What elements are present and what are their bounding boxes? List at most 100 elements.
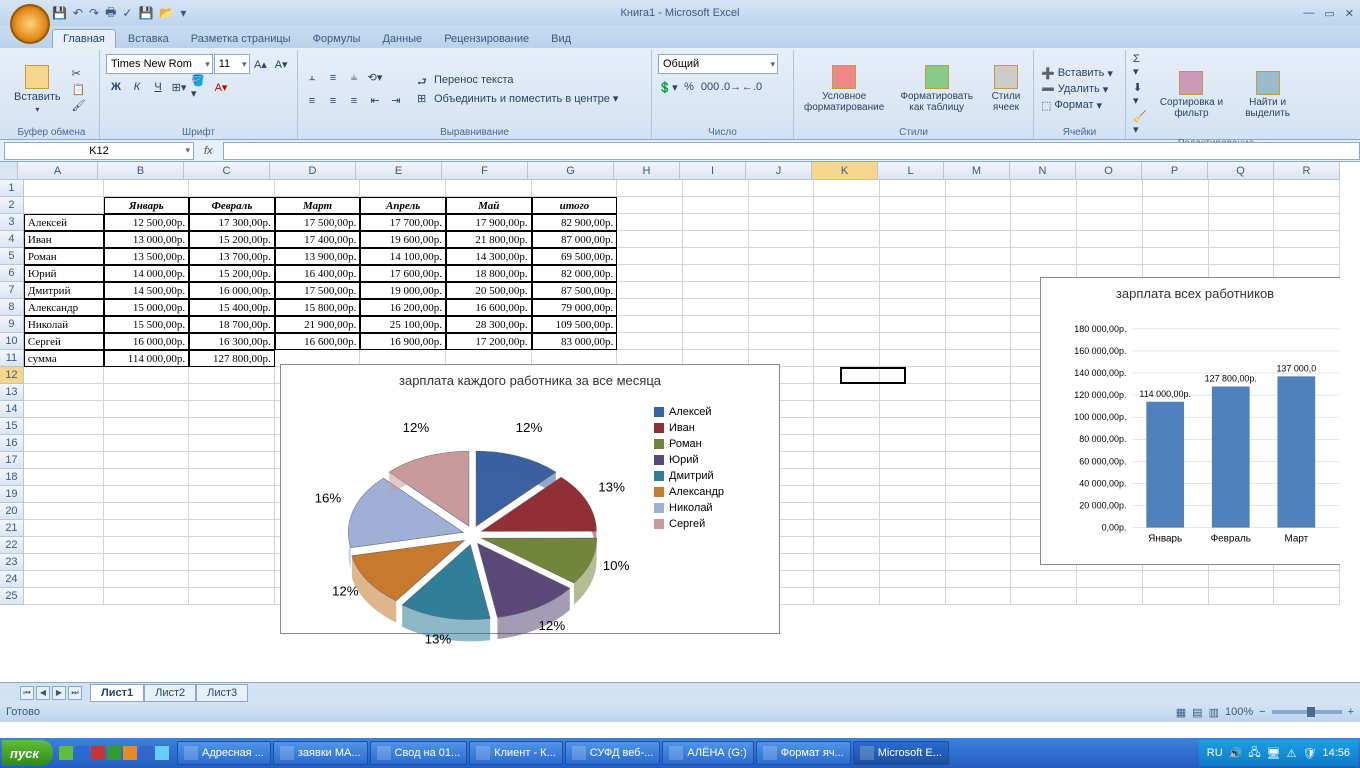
row-header[interactable]: 13 xyxy=(0,384,24,401)
cell[interactable] xyxy=(189,503,275,520)
cell[interactable]: 13 500,00р. xyxy=(104,248,190,265)
cell[interactable] xyxy=(814,384,880,401)
column-header[interactable]: N xyxy=(1010,162,1076,180)
cell[interactable] xyxy=(24,554,104,571)
cell[interactable]: 14 000,00р. xyxy=(104,265,190,282)
cell[interactable] xyxy=(946,299,1012,316)
row-header[interactable]: 7 xyxy=(0,282,24,299)
taskbar-button[interactable]: Microsoft E... xyxy=(853,741,949,765)
row-header[interactable]: 1 xyxy=(0,180,24,197)
cell[interactable] xyxy=(880,214,946,231)
clock[interactable]: 14:56 xyxy=(1322,747,1350,759)
fill-button[interactable]: ⬇ ▾ xyxy=(1130,80,1150,108)
cell[interactable]: Апрель xyxy=(360,197,446,214)
cell[interactable] xyxy=(104,452,190,469)
column-header[interactable]: P xyxy=(1142,162,1208,180)
ribbon-tab-3[interactable]: Формулы xyxy=(303,30,371,48)
cell[interactable] xyxy=(1274,214,1340,231)
cell[interactable] xyxy=(683,214,749,231)
cell[interactable]: 14 300,00р. xyxy=(446,248,532,265)
cell[interactable] xyxy=(749,180,815,197)
cell[interactable] xyxy=(683,231,749,248)
cell[interactable]: Январь xyxy=(104,197,190,214)
bar-chart[interactable]: зарплата всех работников 0,00р.20 000,00… xyxy=(1040,277,1340,565)
cell[interactable] xyxy=(880,418,946,435)
cell[interactable] xyxy=(189,418,275,435)
cell[interactable] xyxy=(880,316,946,333)
qat-redo-icon[interactable]: ↷ xyxy=(89,6,99,20)
cell[interactable] xyxy=(880,588,946,605)
wrap-text-button[interactable]: ⮐Перенос текста xyxy=(414,72,621,88)
delete-cells-button[interactable]: ➖Удалить ▾ xyxy=(1038,82,1116,97)
cell[interactable] xyxy=(1274,248,1340,265)
row-header[interactable]: 17 xyxy=(0,452,24,469)
cell[interactable] xyxy=(104,486,190,503)
autosum-button[interactable]: Σ ▾ xyxy=(1130,52,1150,79)
cell[interactable] xyxy=(1209,571,1275,588)
row-header[interactable]: 18 xyxy=(0,469,24,486)
cut-button[interactable]: ✂ xyxy=(69,66,89,81)
start-button[interactable]: пуск xyxy=(2,740,53,766)
taskbar-button[interactable]: СУФД веб-... xyxy=(565,741,661,765)
cell[interactable] xyxy=(1143,214,1209,231)
taskbar-button[interactable]: заявки МА... xyxy=(273,741,368,765)
minimize-button[interactable]: — xyxy=(1303,7,1314,20)
cell[interactable] xyxy=(1209,588,1275,605)
ql-icon[interactable] xyxy=(139,746,153,760)
cell[interactable]: 16 200,00р. xyxy=(360,299,446,316)
cell[interactable]: 12 500,00р. xyxy=(104,214,190,231)
cell[interactable] xyxy=(617,333,683,350)
ribbon-tab-2[interactable]: Разметка страницы xyxy=(181,30,301,48)
cell[interactable] xyxy=(814,452,880,469)
cell[interactable]: Николай xyxy=(24,316,104,333)
cell[interactable]: 20 500,00р. xyxy=(446,282,532,299)
column-header[interactable]: G xyxy=(528,162,614,180)
cell[interactable]: Юрий xyxy=(24,265,104,282)
cell[interactable] xyxy=(880,554,946,571)
tray-icon[interactable]: 🖥 xyxy=(1267,747,1281,760)
cell[interactable] xyxy=(749,248,815,265)
cell[interactable]: 19 600,00р. xyxy=(360,231,446,248)
column-header[interactable]: C xyxy=(184,162,270,180)
cell[interactable] xyxy=(880,282,946,299)
cell[interactable] xyxy=(189,469,275,486)
ql-icon[interactable] xyxy=(123,746,137,760)
cell[interactable] xyxy=(24,435,104,452)
sheet-tab[interactable]: Лист1 xyxy=(90,684,144,702)
cell[interactable] xyxy=(1274,197,1340,214)
column-header[interactable]: O xyxy=(1076,162,1142,180)
cell[interactable]: 21 900,00р. xyxy=(275,316,361,333)
cell[interactable] xyxy=(1143,248,1209,265)
close-button[interactable]: ✕ xyxy=(1345,7,1354,20)
bold-button[interactable]: Ж xyxy=(106,77,126,97)
cell[interactable]: 87 500,00р. xyxy=(532,282,618,299)
cell[interactable] xyxy=(946,214,1012,231)
cell[interactable]: 18 700,00р. xyxy=(189,316,275,333)
cell[interactable]: 15 200,00р. xyxy=(189,231,275,248)
taskbar-button[interactable]: АЛЁНА (G:) xyxy=(662,741,753,765)
cell[interactable] xyxy=(24,180,104,197)
cell[interactable] xyxy=(1209,248,1275,265)
cell[interactable] xyxy=(814,401,880,418)
column-header[interactable]: J xyxy=(746,162,812,180)
column-header[interactable]: K xyxy=(812,162,878,180)
cell[interactable] xyxy=(104,503,190,520)
cell[interactable] xyxy=(617,265,683,282)
ql-icon[interactable] xyxy=(75,746,89,760)
tray-icon[interactable]: 🛡 xyxy=(1303,747,1317,760)
cell[interactable] xyxy=(946,333,1012,350)
ribbon-tab-1[interactable]: Вставка xyxy=(118,30,179,48)
ql-icon[interactable] xyxy=(91,746,105,760)
cell[interactable] xyxy=(24,401,104,418)
row-header[interactable]: 4 xyxy=(0,231,24,248)
taskbar-button[interactable]: Клиент - К... xyxy=(469,741,563,765)
cell[interactable] xyxy=(360,180,446,197)
ql-icon[interactable] xyxy=(59,746,73,760)
cell[interactable] xyxy=(880,384,946,401)
row-header[interactable]: 6 xyxy=(0,265,24,282)
cell[interactable] xyxy=(1143,180,1209,197)
cell[interactable] xyxy=(1274,588,1340,605)
row-header[interactable]: 21 xyxy=(0,520,24,537)
cell[interactable] xyxy=(749,197,815,214)
cell[interactable] xyxy=(24,520,104,537)
